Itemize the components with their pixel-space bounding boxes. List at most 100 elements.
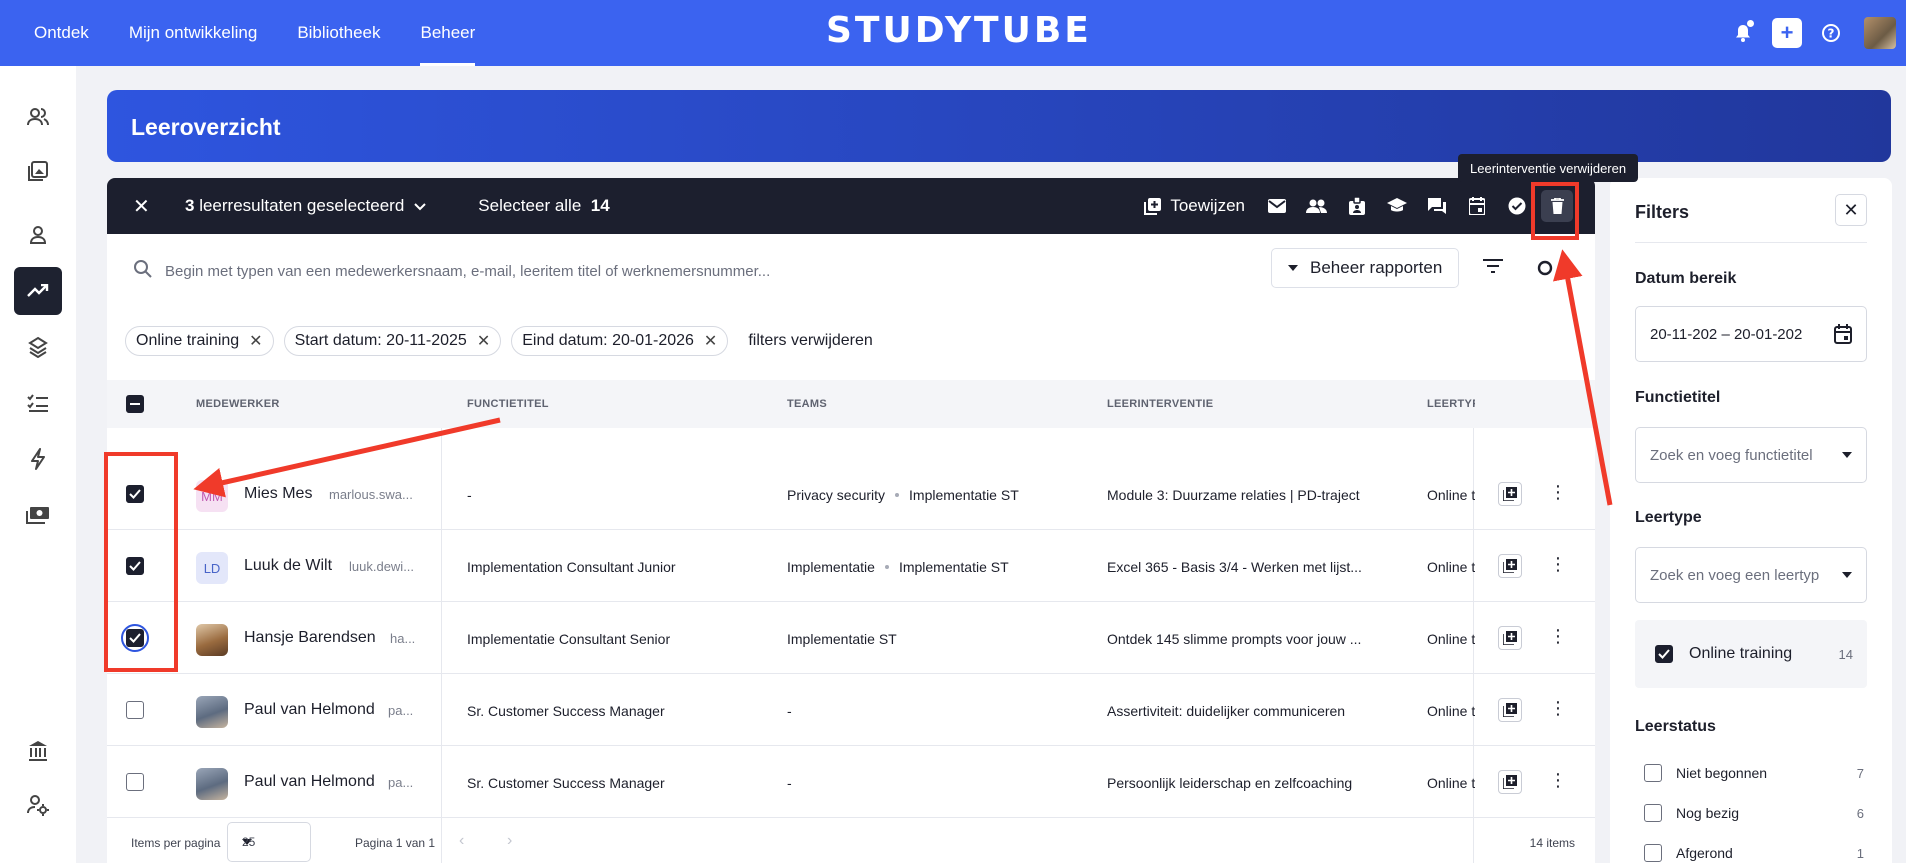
users-icon[interactable] bbox=[14, 93, 62, 141]
col-functietitel[interactable]: FUNCTIETITEL bbox=[467, 398, 549, 410]
learning-status-label: Leerstatus bbox=[1635, 718, 1716, 735]
plus-icon[interactable]: + bbox=[1772, 18, 1802, 48]
function-title-select[interactable]: Zoek en voeg functietitel bbox=[1635, 427, 1867, 483]
col-medewerker[interactable]: MEDEWERKER bbox=[196, 398, 280, 410]
status-option[interactable]: Afgerond 1 bbox=[1644, 844, 1864, 862]
learning-type: Online t bbox=[1427, 487, 1475, 503]
close-selection-icon[interactable]: ✕ bbox=[133, 194, 157, 219]
flash-icon[interactable] bbox=[14, 435, 62, 483]
search-input[interactable]: Begin met typen van een medewerkersnaam,… bbox=[165, 263, 770, 280]
badge-icon[interactable] bbox=[1337, 186, 1377, 226]
more-options-icon[interactable]: ⋮ bbox=[1549, 698, 1567, 719]
employee-name[interactable]: Luuk de Wilt bbox=[244, 557, 332, 575]
status-option[interactable]: Nog bezig 6 bbox=[1644, 804, 1864, 822]
gallery-icon[interactable] bbox=[14, 147, 62, 195]
date-range-input[interactable]: 20-11-202 – 20-01-202 bbox=[1635, 306, 1867, 362]
table-row[interactable]: Paul van Helmond pa... Sr. Customer Succ… bbox=[107, 674, 1595, 746]
more-options-icon[interactable]: ⋮ bbox=[1549, 770, 1567, 791]
intervention-title[interactable]: Assertiviteit: duidelijker communiceren bbox=[1107, 703, 1345, 719]
person-icon[interactable] bbox=[14, 211, 62, 259]
intervention-title[interactable]: Ontdek 145 slimme prompts voor jouw ... bbox=[1107, 631, 1361, 647]
filter-icon[interactable] bbox=[1483, 259, 1503, 278]
row-checkbox[interactable] bbox=[126, 701, 144, 719]
checklist-icon[interactable] bbox=[14, 379, 62, 427]
mail-icon[interactable] bbox=[1257, 186, 1297, 226]
add-icon[interactable] bbox=[1498, 554, 1522, 578]
calendar-icon[interactable] bbox=[1834, 324, 1852, 344]
more-options-icon[interactable]: ⋮ bbox=[1549, 554, 1567, 575]
assign-button[interactable]: Toewijzen bbox=[1132, 186, 1257, 226]
filter-chip[interactable]: Eind datum: 20-01-2026 ✕ bbox=[511, 326, 729, 356]
people-icon[interactable] bbox=[1297, 186, 1337, 226]
add-icon[interactable] bbox=[1498, 626, 1522, 650]
function-title: Sr. Customer Success Manager bbox=[467, 775, 665, 791]
search-icon bbox=[133, 259, 153, 284]
avatar bbox=[196, 768, 228, 800]
option-checkbox[interactable] bbox=[1644, 804, 1662, 822]
intervention-title[interactable]: Module 3: Duurzame relaties | PD-traject bbox=[1107, 487, 1360, 503]
col-teams[interactable]: TEAMS bbox=[787, 398, 827, 410]
next-page-icon[interactable]: › bbox=[507, 832, 512, 850]
table-row[interactable]: LD Luuk de Wilt luuk.dewi... Implementat… bbox=[107, 530, 1595, 602]
trending-icon[interactable] bbox=[14, 267, 62, 315]
employee-name[interactable]: Paul van Helmond bbox=[244, 701, 375, 719]
money-icon[interactable] bbox=[14, 491, 62, 539]
remove-chip-icon[interactable]: ✕ bbox=[249, 331, 262, 351]
close-filters-icon[interactable]: ✕ bbox=[1835, 194, 1867, 226]
table-row[interactable]: MM Mies Mes marlous.swa... - Privacy sec… bbox=[107, 458, 1595, 530]
user-avatar[interactable] bbox=[1864, 17, 1896, 49]
employee-email: marlous.swa... bbox=[329, 487, 413, 502]
nav-bibliotheek[interactable]: Bibliotheek bbox=[277, 0, 400, 66]
row-checkbox[interactable] bbox=[126, 773, 144, 791]
chevron-down-icon[interactable] bbox=[414, 198, 426, 214]
help-icon[interactable]: ? bbox=[1816, 18, 1846, 48]
intervention-title[interactable]: Excel 365 - Basis 3/4 - Werken met lijst… bbox=[1107, 559, 1362, 575]
status-option[interactable]: Niet begonnen 7 bbox=[1644, 764, 1864, 782]
add-icon[interactable] bbox=[1498, 698, 1522, 722]
calendar-icon[interactable] bbox=[1457, 186, 1497, 226]
items-per-page-select[interactable]: 25 bbox=[227, 822, 311, 862]
employee-name[interactable]: Paul van Helmond bbox=[244, 773, 375, 791]
avatar: LD bbox=[196, 552, 228, 584]
remove-chip-icon[interactable]: ✕ bbox=[477, 331, 490, 351]
select-all-button[interactable]: Selecteer alle 14 bbox=[478, 196, 609, 216]
option-checkbox[interactable] bbox=[1644, 764, 1662, 782]
col-leerinterventie[interactable]: LEERINTERVENTIE bbox=[1107, 398, 1213, 410]
employee-name[interactable]: Hansje Barendsen bbox=[244, 629, 376, 647]
settings-icon[interactable] bbox=[1535, 258, 1555, 283]
filter-chip[interactable]: Start datum: 20-11-2025 ✕ bbox=[283, 326, 502, 356]
option-checkbox[interactable] bbox=[1655, 645, 1673, 663]
option-checkbox[interactable] bbox=[1644, 844, 1662, 862]
add-icon[interactable] bbox=[1498, 770, 1522, 794]
bell-icon[interactable] bbox=[1728, 18, 1758, 48]
selection-count[interactable]: 3 leerresultaten geselecteerd bbox=[185, 196, 404, 216]
caret-down-icon bbox=[1842, 452, 1852, 458]
prev-page-icon[interactable]: ‹ bbox=[459, 832, 464, 850]
employee-name[interactable]: Mies Mes bbox=[244, 485, 312, 503]
learning-type-select[interactable]: Zoek en voeg een leertyp bbox=[1635, 547, 1867, 603]
clear-filters-link[interactable]: filters verwijderen bbox=[748, 332, 872, 350]
teams-cell: Privacy security Implementatie ST bbox=[787, 487, 1019, 503]
chat-icon[interactable] bbox=[1417, 186, 1457, 226]
learning-icon[interactable] bbox=[14, 323, 62, 371]
beheer-rapporten-button[interactable]: Beheer rapporten bbox=[1271, 248, 1460, 288]
graduation-icon[interactable] bbox=[1377, 186, 1417, 226]
table-row[interactable]: Paul van Helmond pa... Sr. Customer Succ… bbox=[107, 746, 1595, 818]
studytube-logo[interactable]: STUDYTUBE bbox=[826, 10, 1092, 51]
col-leertype[interactable]: LEERTYP bbox=[1427, 398, 1475, 410]
intervention-title[interactable]: Persoonlijk leiderschap en zelfcoaching bbox=[1107, 775, 1352, 791]
remove-chip-icon[interactable]: ✕ bbox=[704, 331, 717, 351]
nav-mijn-ontwikkeling[interactable]: Mijn ontwikkeling bbox=[109, 0, 278, 66]
select-all-checkbox[interactable] bbox=[126, 395, 144, 413]
institution-icon[interactable] bbox=[14, 727, 62, 775]
more-options-icon[interactable]: ⋮ bbox=[1549, 626, 1567, 647]
learning-type-option[interactable]: Online training 14 bbox=[1635, 620, 1867, 688]
add-icon[interactable] bbox=[1498, 482, 1522, 506]
nav-ontdek[interactable]: Ontdek bbox=[14, 0, 109, 66]
employee-email: ha... bbox=[390, 631, 416, 646]
user-settings-icon[interactable] bbox=[14, 781, 62, 829]
more-options-icon[interactable]: ⋮ bbox=[1549, 482, 1567, 503]
nav-beheer[interactable]: Beheer bbox=[400, 0, 495, 66]
filter-chip[interactable]: Online training ✕ bbox=[125, 326, 274, 356]
table-row[interactable]: Hansje Barendsen ha... Implementatie Con… bbox=[107, 602, 1595, 674]
